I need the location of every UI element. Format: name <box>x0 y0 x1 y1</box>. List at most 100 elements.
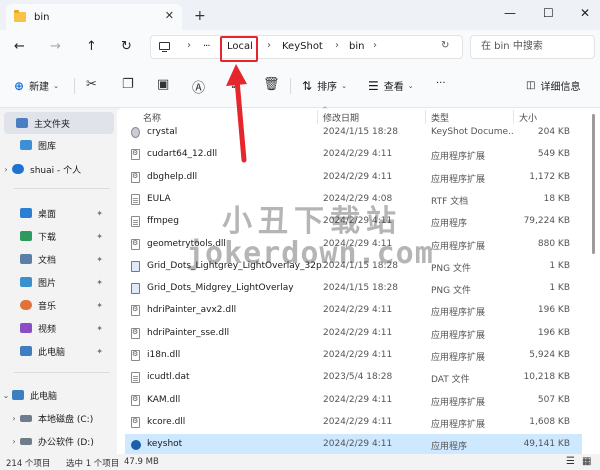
tiles-view-icon[interactable]: ▦ <box>582 456 591 467</box>
sidebar-item-desktop[interactable]: 桌面 ✦ <box>0 202 117 224</box>
file-row[interactable]: hdriPainter_avx2.dll 2024/2/29 4:11 应用程序扩展… <box>125 300 582 322</box>
sidebar-item-this-pc[interactable]: ⌄ 此电脑 <box>0 384 117 406</box>
close-button[interactable]: ✕ <box>580 6 590 20</box>
sidebar-item-home[interactable]: 主文件夹 <box>4 112 114 134</box>
cut-icon[interactable]: ✂ <box>86 77 97 92</box>
file-row[interactable]: Grid_Dots_Midgrey_LightOverlay 2024/1/15 … <box>125 278 582 300</box>
file-date: 2024/1/15 18:28 <box>323 283 398 294</box>
sidebar-item-drive-c[interactable]: › 本地磁盘 (C:) <box>0 407 117 429</box>
sidebar-item-onedrive[interactable]: › shuai - 个人 <box>0 158 117 180</box>
file-row[interactable]: i18n.dll 2024/2/29 4:11 应用程序扩展 5,924 KB <box>125 345 582 367</box>
collapse-icon[interactable]: ⌄ <box>0 391 12 400</box>
sidebar-item-pc-pinned[interactable]: 此电脑 ✦ <box>0 340 117 362</box>
pictures-icon <box>20 277 32 287</box>
refresh-button[interactable]: ↻ <box>121 39 132 54</box>
file-row[interactable]: KAM.dll 2024/2/29 4:11 应用程序扩展 507 KB <box>125 390 582 412</box>
file-row[interactable]: dbghelp.dll 2024/2/29 4:11 应用程序扩展 1,172 KB <box>125 167 582 189</box>
forward-button[interactable]: → <box>50 39 61 54</box>
expand-icon[interactable]: › <box>8 414 20 423</box>
file-name: kcore.dll <box>147 416 186 427</box>
sidebar-item-music[interactable]: 音乐 ✦ <box>0 294 117 316</box>
up-button[interactable]: ↑ <box>86 39 97 54</box>
sidebar-item-downloads[interactable]: 下载 ✦ <box>0 225 117 247</box>
tab-bin[interactable]: bin ✕ <box>6 4 182 30</box>
file-type: 应用程序扩展 <box>431 419 486 430</box>
view-button[interactable]: ☰ 查看 ⌄ <box>368 78 414 94</box>
file-row[interactable]: crystal 2024/1/15 18:28 KeyShot Docume... 2… <box>125 122 582 144</box>
copy-icon[interactable]: ❐ <box>122 77 134 92</box>
file-date: 2024/2/29 4:11 <box>323 305 393 316</box>
sidebar-item-label: 本地磁盘 (C:) <box>38 414 94 425</box>
file-name: i18n.dll <box>147 350 181 360</box>
file-row[interactable]: keyshot 2024/2/29 4:11 应用程序 49,141 KB <box>125 434 582 457</box>
pin-icon[interactable]: ✦ <box>96 301 103 310</box>
address-bar[interactable]: ··· › Local › KeyShot › bin › ↻ <box>150 35 463 59</box>
minimize-button[interactable]: — <box>504 6 516 20</box>
maximize-button[interactable]: ☐ <box>543 6 554 20</box>
file-type-icon <box>131 440 141 451</box>
watermark-title: 小丑下载站 <box>222 204 402 239</box>
breadcrumb-keyshot[interactable]: KeyShot <box>282 41 323 52</box>
command-bar: ⊕ 新建 ⌄ ✂ ❐ ▣ Ⓐ ⇪ 🗑 ⇅ 排序 ⌄ ☰ 查看 ⌄ ··· ◫ 详… <box>0 64 600 108</box>
sidebar-item-label: 图库 <box>38 141 57 152</box>
file-type-icon <box>131 260 140 272</box>
file-type-icon <box>131 350 140 361</box>
tab-title: bin <box>34 11 50 23</box>
pin-icon[interactable]: ✦ <box>96 347 103 356</box>
details-button[interactable]: ◫ 详细信息 <box>526 78 580 93</box>
chevron-down-icon: ⌄ <box>341 81 347 90</box>
sidebar-item-gallery[interactable]: 图库 <box>0 134 117 156</box>
sort-label: 排序 <box>317 82 338 93</box>
file-size: 1,172 KB <box>529 171 570 182</box>
file-row[interactable]: icudtl.dat 2023/5/4 18:28 DAT 文件 10,218 KB <box>125 367 582 389</box>
tab-close-icon[interactable]: ✕ <box>165 9 174 22</box>
expand-icon[interactable]: › <box>8 437 20 446</box>
chevron-right-icon: › <box>335 40 339 51</box>
file-size: 507 KB <box>537 394 570 405</box>
file-type: PNG 文件 <box>431 286 471 297</box>
more-button[interactable]: ··· <box>436 78 446 89</box>
breadcrumb-bin[interactable]: bin <box>349 41 364 52</box>
paste-icon[interactable]: ▣ <box>157 77 169 92</box>
file-type: 应用程序扩展 <box>431 174 486 185</box>
back-button[interactable]: ← <box>14 39 25 54</box>
new-tab-button[interactable]: + <box>194 8 206 24</box>
file-type-icon <box>131 394 140 406</box>
sidebar-item-videos[interactable]: 视频 ✦ <box>0 317 117 339</box>
pin-icon[interactable]: ✦ <box>96 209 103 218</box>
address-refresh-icon[interactable]: ↻ <box>441 40 449 51</box>
file-date: 2024/2/29 4:11 <box>323 327 393 338</box>
pin-icon[interactable]: ✦ <box>96 278 103 287</box>
pin-icon[interactable]: ✦ <box>96 324 103 333</box>
file-size: 1 KB <box>549 260 570 271</box>
sort-icon: ⇅ <box>302 78 313 93</box>
rename-icon[interactable]: Ⓐ <box>192 77 205 96</box>
expand-icon[interactable]: › <box>0 165 12 174</box>
delete-icon[interactable]: 🗑 <box>263 77 280 92</box>
share-icon[interactable]: ⇪ <box>228 77 239 92</box>
view-label: 查看 <box>383 82 404 93</box>
file-row[interactable]: cudart64_12.dll 2024/2/29 4:11 应用程序扩展 549 K… <box>125 144 582 166</box>
chevron-down-icon: ⌄ <box>407 81 414 90</box>
file-type: RTF 文档 <box>431 196 469 207</box>
search-input[interactable]: 在 bin 中搜索 <box>470 35 595 59</box>
file-row[interactable]: hdriPainter_sse.dll 2024/2/29 4:11 应用程序扩展 1… <box>125 323 582 345</box>
sidebar-item-drive-d[interactable]: › 办公软件 (D:) <box>0 430 117 452</box>
status-bar: 214 个项目 选中 1 个项目 47.9 MB ☰ ▦ <box>0 454 600 470</box>
file-name: cudart64_12.dll <box>147 149 218 160</box>
file-type-icon <box>131 171 140 183</box>
file-date: 2024/2/29 4:11 <box>323 171 393 182</box>
pin-icon[interactable]: ✦ <box>96 255 103 264</box>
scrollbar-thumb[interactable] <box>592 114 595 254</box>
desktop-icon <box>20 208 32 218</box>
breadcrumb-ellipsis[interactable]: ··· <box>203 41 210 52</box>
sort-button[interactable]: ⇅ 排序 ⌄ <box>302 78 347 94</box>
pin-icon[interactable]: ✦ <box>96 232 103 241</box>
file-row[interactable]: kcore.dll 2024/2/29 4:11 应用程序扩展 1,608 KB <box>125 412 582 434</box>
details-view-icon[interactable]: ☰ <box>566 456 575 467</box>
new-button[interactable]: ⊕ 新建 ⌄ <box>14 78 59 94</box>
sidebar-item-documents[interactable]: 文档 ✦ <box>0 248 117 270</box>
details-label: 详细信息 <box>540 82 581 93</box>
file-type-icon <box>131 416 140 428</box>
sidebar-item-pictures[interactable]: 图片 ✦ <box>0 271 117 293</box>
